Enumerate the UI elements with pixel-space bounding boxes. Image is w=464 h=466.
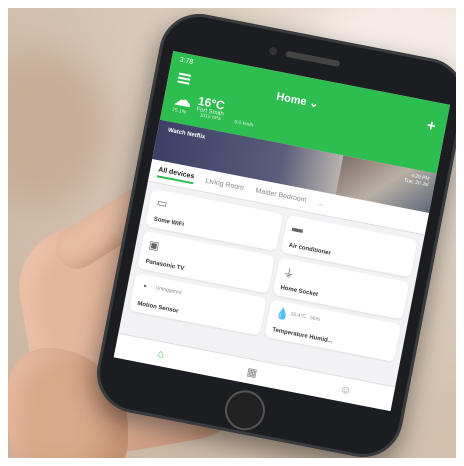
device-label: Motion Sensor [136,300,179,315]
device-label: Temperature Humid... [271,327,333,345]
device-label: Air conditioner [288,242,332,257]
humidity: 75.1% [171,106,187,116]
banner-label: Watch Netflix [167,127,206,141]
tab-all-devices[interactable]: All devices [156,165,195,184]
router-icon: ▭ [155,196,169,211]
ac-icon: ▬ [290,222,305,236]
menu-icon[interactable] [177,72,191,85]
tv-icon: ▣ [147,239,161,253]
smartphone: 3:78 Home ⌄ + ☁ 16°C Fort Smith 75.1% 10… [90,8,456,458]
plug-icon: ⏚ [282,267,296,282]
grid-nav-icon[interactable]: ▦ [246,365,259,380]
wind: 0.0 km/h [233,119,254,129]
tab-master-bedroom[interactable]: Master Bedroom [255,187,307,204]
device-label: Panasonic TV [144,258,185,273]
phone-screen: 3:78 Home ⌄ + ☁ 16°C Fort Smith 75.1% 10… [113,51,451,412]
photo-background: 3:78 Home ⌄ + ☁ 16°C Fort Smith 75.1% 10… [8,8,456,458]
device-status: 25.4°C · 56% [290,311,321,323]
tab-living-room[interactable]: Living Room [205,177,245,191]
status-time: 3:78 [178,56,194,66]
device-label: Home Socket [279,284,319,299]
add-icon[interactable]: + [425,117,437,135]
device-label: Some WiFi [153,216,185,229]
device-status: Untriggered [155,285,182,296]
chevron-down-icon: ⌄ [308,97,320,111]
profile-nav-icon[interactable]: ☺ [339,383,352,397]
tab-more[interactable]: ... [318,199,325,207]
home-title[interactable]: Home ⌄ [275,90,320,111]
motion-icon: ◔ [139,280,149,294]
home-nav-icon[interactable]: ⌂ [156,348,165,361]
droplet-icon: 💧 [274,307,291,322]
background-shadow [8,48,108,208]
